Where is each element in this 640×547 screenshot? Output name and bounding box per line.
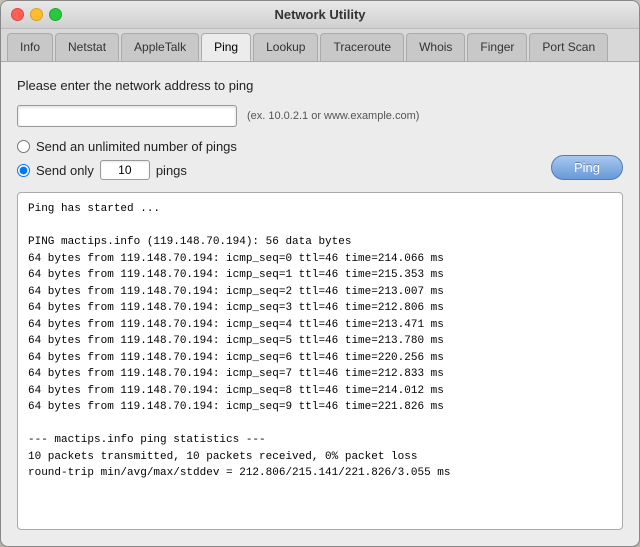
- tab-lookup[interactable]: Lookup: [253, 33, 318, 61]
- close-button[interactable]: [11, 8, 24, 21]
- radio-unlimited-row: Send an unlimited number of pings: [17, 139, 237, 154]
- tab-ping[interactable]: Ping: [201, 33, 251, 61]
- tab-netstat[interactable]: Netstat: [55, 33, 119, 61]
- address-input[interactable]: [17, 105, 237, 127]
- radio-unlimited[interactable]: [17, 140, 30, 153]
- radio-sendonly[interactable]: [17, 164, 30, 177]
- radio-unlimited-label: Send an unlimited number of pings: [36, 139, 237, 154]
- address-row: (ex. 10.0.2.1 or www.example.com): [17, 105, 623, 127]
- maximize-button[interactable]: [49, 8, 62, 21]
- tab-bar: Info Netstat AppleTalk Ping Lookup Trace…: [1, 29, 639, 62]
- tab-whois[interactable]: Whois: [406, 33, 465, 61]
- address-hint: (ex. 10.0.2.1 or www.example.com): [247, 110, 419, 122]
- window-title: Network Utility: [274, 7, 365, 22]
- ping-count-input[interactable]: [100, 160, 150, 180]
- output-area[interactable]: Ping has started ... PING mactips.info (…: [17, 192, 623, 530]
- pings-label: pings: [156, 163, 187, 178]
- prompt-label: Please enter the network address to ping: [17, 78, 623, 93]
- tab-port-scan[interactable]: Port Scan: [529, 33, 608, 61]
- ping-row: Send an unlimited number of pings Send o…: [17, 139, 623, 180]
- main-content: Please enter the network address to ping…: [1, 62, 639, 546]
- window-controls: [11, 8, 62, 21]
- tab-info[interactable]: Info: [7, 33, 53, 61]
- tab-appletalk[interactable]: AppleTalk: [121, 33, 199, 61]
- radio-only-row: Send only pings: [17, 160, 237, 180]
- ping-button[interactable]: Ping: [551, 155, 623, 180]
- radio-only-label: Send only: [36, 163, 94, 178]
- main-window: Network Utility Info Netstat AppleTalk P…: [0, 0, 640, 547]
- title-bar: Network Utility: [1, 1, 639, 29]
- radio-group: Send an unlimited number of pings Send o…: [17, 139, 237, 180]
- tab-finger[interactable]: Finger: [467, 33, 527, 61]
- minimize-button[interactable]: [30, 8, 43, 21]
- tab-traceroute[interactable]: Traceroute: [320, 33, 404, 61]
